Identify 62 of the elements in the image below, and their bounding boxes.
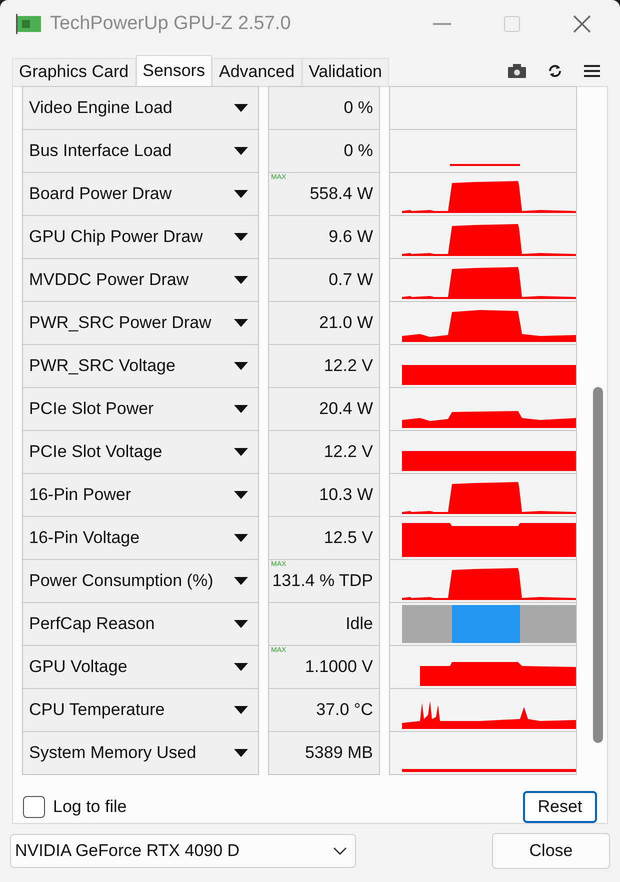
sensor-name-dropdown[interactable]: GPU Chip Power Draw: [22, 215, 259, 260]
tab[interactable]: Graphics Card: [12, 58, 136, 86]
sensor-name-dropdown[interactable]: 16-Pin Voltage: [22, 516, 259, 560]
sensor-value: Idle: [268, 602, 380, 646]
reset-button[interactable]: Reset: [523, 790, 597, 823]
sensor-value: 0.7 W: [268, 258, 380, 302]
sensor-value: 37.0 °C: [268, 688, 380, 732]
sensor-value: 12.2 V: [268, 430, 380, 474]
maximize-icon: [504, 16, 520, 32]
dropdown-arrow-icon: [234, 147, 248, 156]
sensor-value: 0 %: [268, 129, 380, 174]
refresh-icon[interactable]: [548, 64, 562, 78]
sensor-name-dropdown[interactable]: 16-Pin Power: [22, 473, 259, 518]
dropdown-arrow-icon: [234, 534, 248, 542]
sensor-value: 10.3 W: [268, 473, 380, 518]
sensor-name-dropdown[interactable]: Board Power Draw: [22, 172, 259, 216]
dropdown-arrow-icon: [234, 706, 248, 714]
window-title: TechPowerUp GPU-Z 2.57.0: [50, 12, 291, 36]
sensor-name-dropdown[interactable]: Video Engine Load: [22, 86, 259, 130]
scrollbar[interactable]: [593, 386, 603, 743]
dropdown-arrow-icon: [234, 405, 248, 414]
dropdown-arrow-icon: [234, 448, 248, 456]
sensor-name-dropdown[interactable]: CPU Temperature: [22, 688, 259, 732]
tab[interactable]: Advanced: [212, 58, 302, 86]
log-to-file-checkbox[interactable]: Log to file: [23, 794, 127, 820]
sensor-name-dropdown[interactable]: PWR_SRC Voltage: [22, 344, 259, 388]
dropdown-arrow-icon: [234, 620, 248, 628]
sensor-value: 12.5 V: [268, 516, 380, 560]
dropdown-arrow-icon: [234, 491, 248, 500]
dropdown-arrow-icon: [234, 190, 248, 198]
dropdown-arrow-icon: [234, 104, 248, 112]
sensor-value: 20.4 W: [268, 387, 380, 432]
dropdown-arrow-icon: [234, 276, 248, 284]
sensor-name-dropdown[interactable]: Bus Interface Load: [22, 129, 259, 174]
sensor-value: 0 %: [268, 86, 380, 130]
dropdown-arrow-icon: [234, 577, 248, 586]
sensor-name-dropdown[interactable]: MVDDC Power Draw: [22, 258, 259, 302]
sensor-name-dropdown[interactable]: System Memory Used: [22, 731, 259, 776]
sensor-name-dropdown[interactable]: PCIe Slot Power: [22, 387, 259, 432]
dropdown-arrow-icon: [234, 319, 248, 328]
sensor-value: 21.0 W: [268, 301, 380, 346]
close-button[interactable]: Close: [492, 832, 610, 869]
sensor-name-dropdown[interactable]: PerfCap Reason: [22, 602, 259, 646]
sensor-name-dropdown[interactable]: PCIe Slot Voltage: [22, 430, 259, 474]
sensor-value: 9.6 W: [268, 215, 380, 260]
chevron-down-icon: [333, 846, 347, 855]
graphics-card-icon: [16, 14, 42, 34]
dropdown-arrow-icon: [234, 233, 248, 242]
sensor-name-dropdown[interactable]: PWR_SRC Power Draw: [22, 301, 259, 346]
sensor-name-dropdown[interactable]: Power Consumption (%): [22, 559, 259, 604]
tab[interactable]: Sensors: [136, 54, 212, 87]
dropdown-arrow-icon: [234, 749, 248, 758]
tab[interactable]: Validation: [302, 58, 390, 86]
sensor-name-dropdown[interactable]: GPU Voltage: [22, 645, 259, 690]
dropdown-arrow-icon: [234, 362, 248, 370]
dropdown-arrow-icon: [234, 663, 248, 672]
sensor-value: 12.2 V: [268, 344, 380, 388]
sensor-value: 5389 MB: [268, 731, 380, 776]
minimize-icon: [433, 23, 451, 26]
camera-icon[interactable]: [508, 64, 526, 78]
device-select[interactable]: NVIDIA GeForce RTX 4090 D: [10, 834, 356, 868]
menu-icon[interactable]: [584, 64, 600, 78]
